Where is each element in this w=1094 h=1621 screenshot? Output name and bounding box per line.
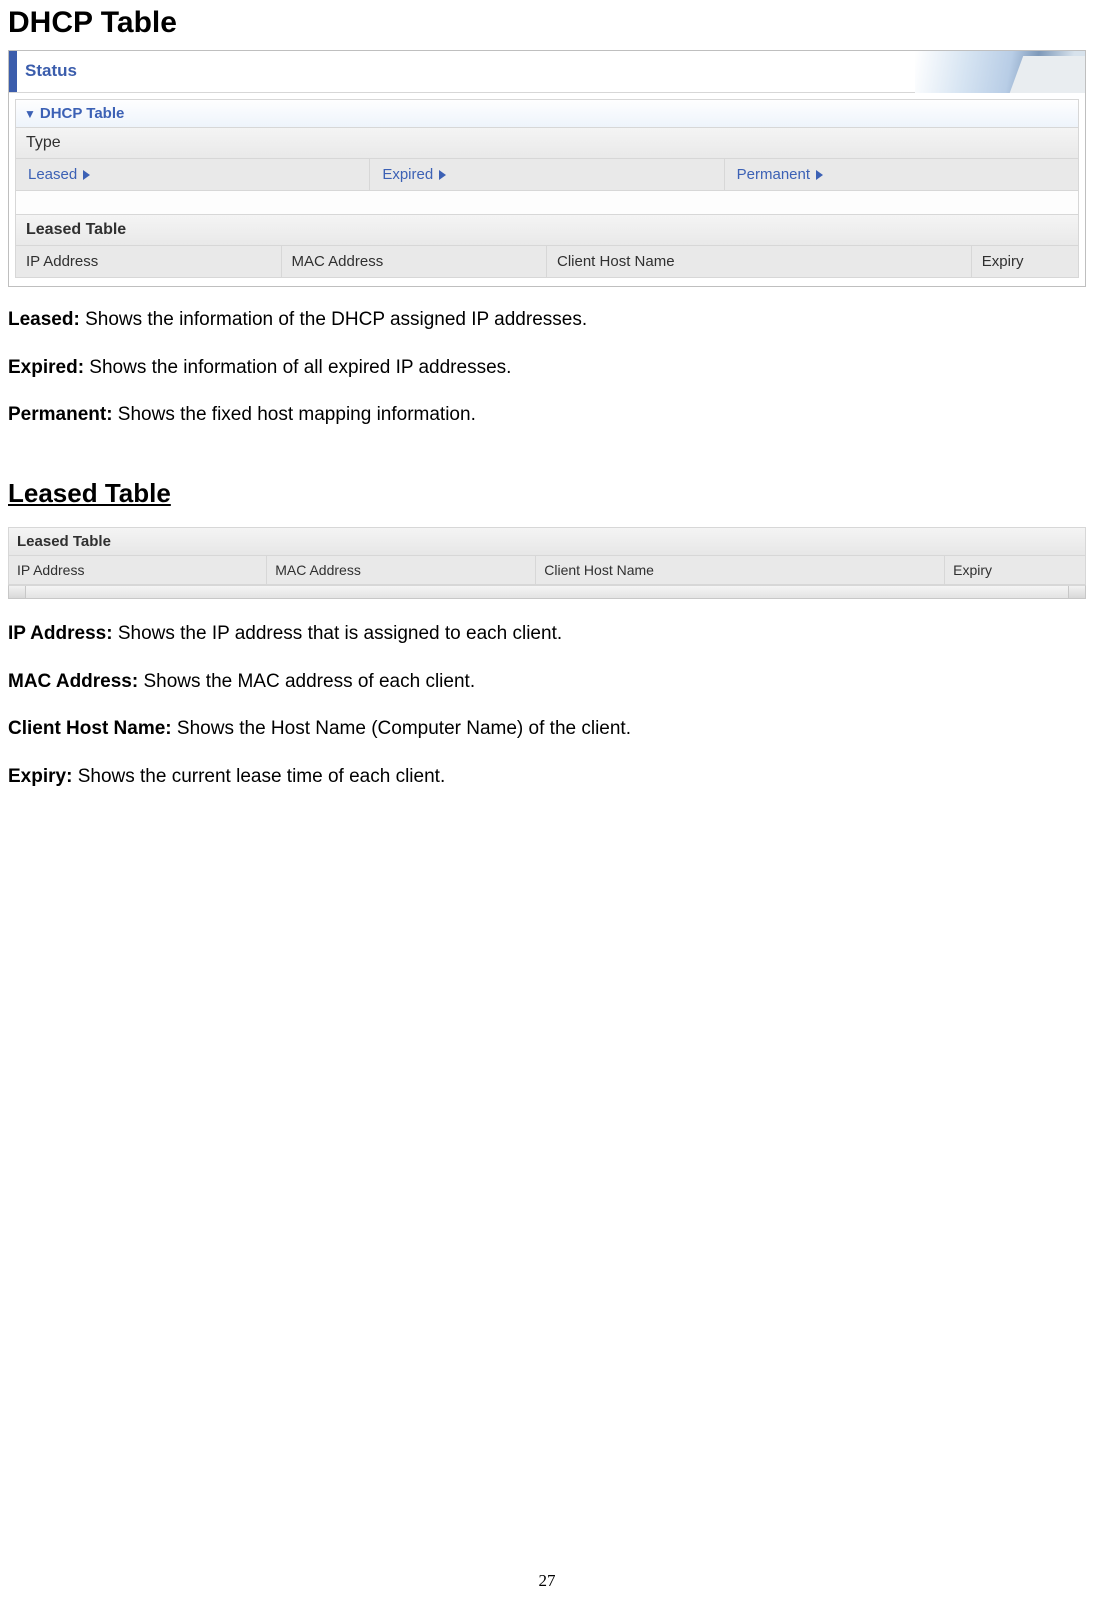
type-option-expired-label: Expired: [382, 166, 433, 183]
type-option-permanent[interactable]: Permanent: [725, 159, 1078, 190]
type-option-leased[interactable]: Leased: [16, 159, 370, 190]
column-expiry: Expiry: [972, 246, 1078, 277]
type-header: Type: [16, 128, 1078, 159]
column-expiry-2: Expiry: [945, 556, 1085, 584]
panel-title: DHCP Table: [40, 105, 124, 122]
spacer: [16, 191, 1078, 215]
decorative-header-image: [915, 51, 1085, 93]
description-block-1: Leased: Shows the information of the DHC…: [8, 307, 1086, 428]
desc-mac-address: MAC Address: Shows the MAC address of ea…: [8, 669, 1086, 695]
type-options-row: Leased Expired Permanent: [16, 159, 1078, 191]
panel-title-row[interactable]: ▼ DHCP Table: [16, 100, 1078, 128]
desc-permanent: Permanent: Shows the fixed host mapping …: [8, 402, 1086, 428]
column-client-host-name-2: Client Host Name: [536, 556, 945, 584]
status-label: Status: [17, 51, 87, 92]
figure-dhcp-panel: Status ▼ DHCP Table Type Leased Expired …: [8, 50, 1086, 287]
column-client-host-name: Client Host Name: [547, 246, 972, 277]
page-title: DHCP Table: [8, 6, 1086, 40]
type-option-permanent-label: Permanent: [737, 166, 810, 183]
arrow-right-icon: [439, 170, 446, 180]
arrow-right-icon: [816, 170, 823, 180]
arrow-right-icon: [83, 170, 90, 180]
leased-table-title: Leased Table: [16, 215, 1078, 246]
column-ip-address: IP Address: [16, 246, 282, 277]
status-accent-bar: [9, 51, 17, 92]
column-ip-address-2: IP Address: [9, 556, 267, 584]
desc-client-host-name: Client Host Name: Shows the Host Name (C…: [8, 716, 1086, 742]
desc-expiry: Expiry: Shows the current lease time of …: [8, 764, 1086, 790]
section-heading-leased-table: Leased Table: [8, 478, 1086, 509]
column-headers-row: IP Address MAC Address Client Host Name …: [16, 246, 1078, 277]
horizontal-scrollbar[interactable]: [8, 585, 1086, 599]
description-block-2: IP Address: Shows the IP address that is…: [8, 621, 1086, 790]
desc-expired: Expired: Shows the information of all ex…: [8, 355, 1086, 381]
column-mac-address: MAC Address: [282, 246, 548, 277]
desc-ip-address: IP Address: Shows the IP address that is…: [8, 621, 1086, 647]
chevron-down-icon: ▼: [24, 108, 36, 120]
column-mac-address-2: MAC Address: [267, 556, 536, 584]
page-number: 27: [0, 1571, 1094, 1591]
type-option-leased-label: Leased: [28, 166, 77, 183]
status-header: Status: [9, 51, 1085, 93]
dhcp-table-section: ▼ DHCP Table Type Leased Expired Permane…: [15, 99, 1079, 278]
type-option-expired[interactable]: Expired: [370, 159, 724, 190]
desc-leased: Leased: Shows the information of the DHC…: [8, 307, 1086, 333]
leased-table-title-2: Leased Table: [9, 528, 1085, 556]
column-headers-row-2: IP Address MAC Address Client Host Name …: [9, 556, 1085, 584]
figure-leased-table: Leased Table IP Address MAC Address Clie…: [8, 527, 1086, 599]
